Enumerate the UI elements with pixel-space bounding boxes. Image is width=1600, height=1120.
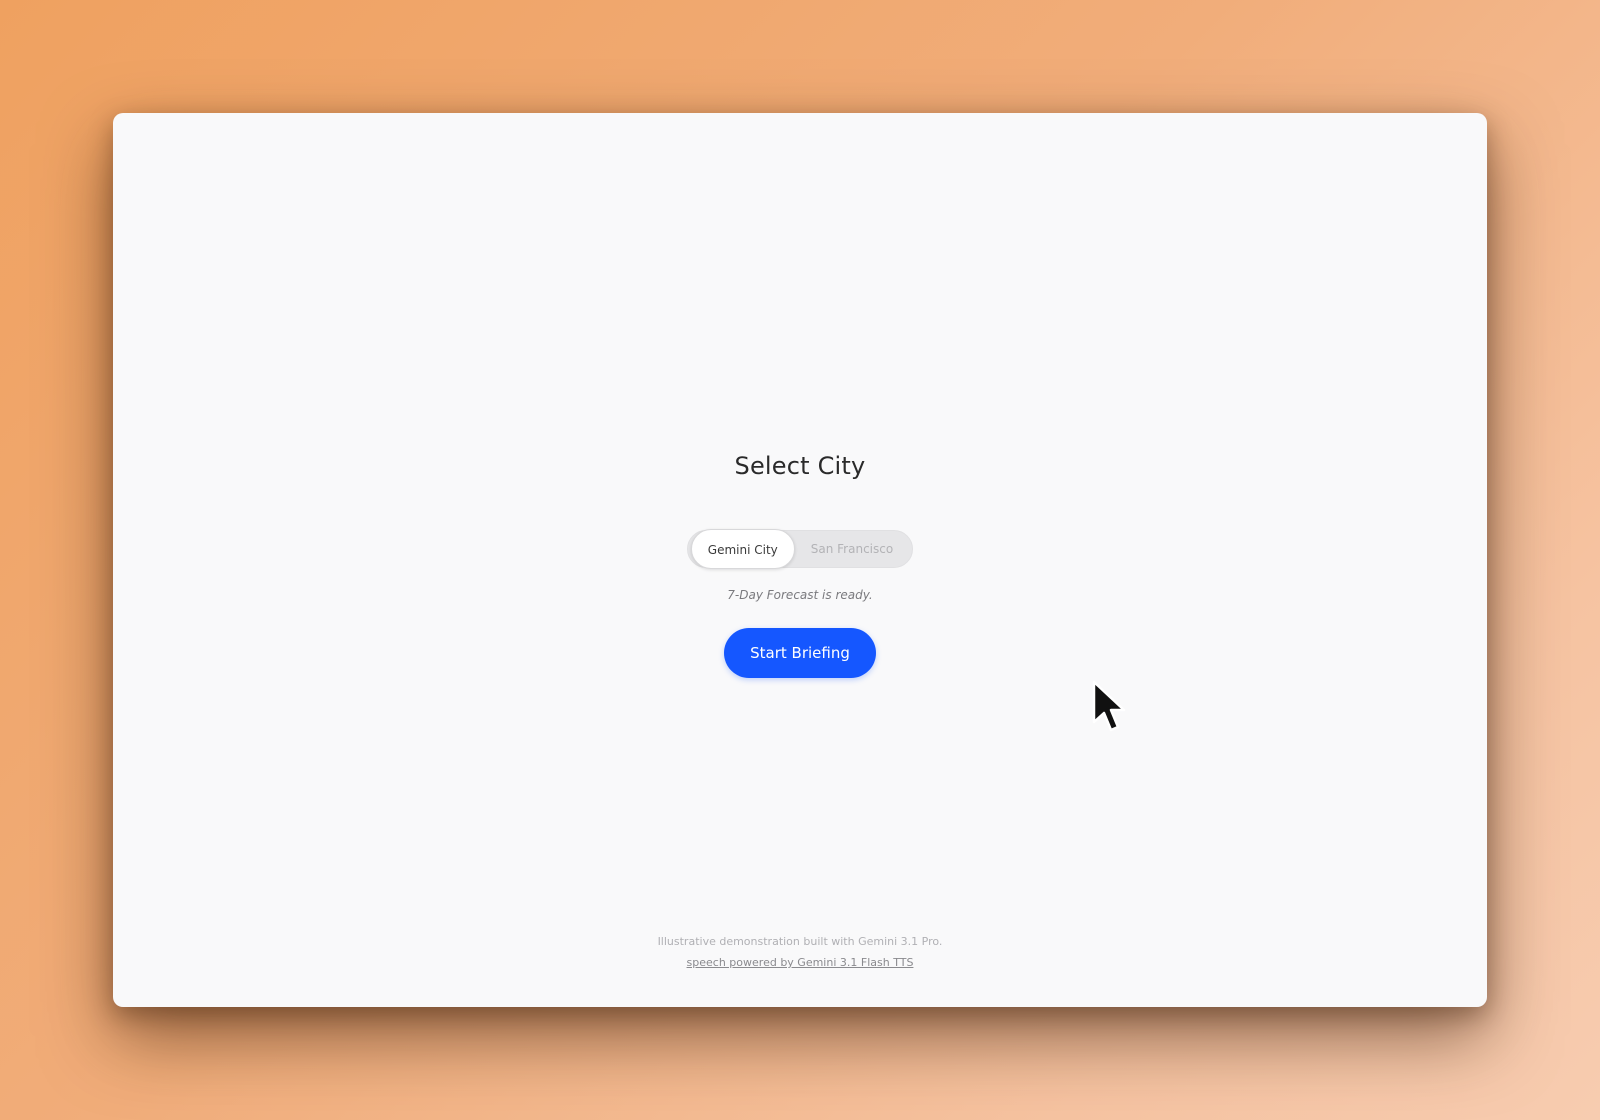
- mouse-pointer-icon: [1092, 680, 1126, 732]
- city-option-gemini-city[interactable]: Gemini City: [690, 529, 795, 569]
- forecast-status-text: 7-Day Forecast is ready.: [727, 588, 873, 602]
- footer: Illustrative demonstration built with Ge…: [113, 931, 1487, 973]
- city-selector-panel: Select City Gemini City San Francisco 7-…: [113, 448, 1487, 678]
- city-option-san-francisco[interactable]: San Francisco: [795, 529, 909, 569]
- footer-credit-text: Illustrative demonstration built with Ge…: [657, 935, 943, 948]
- start-briefing-button[interactable]: Start Briefing: [724, 628, 876, 678]
- page-title: Select City: [734, 452, 866, 480]
- app-window: Select City Gemini City San Francisco 7-…: [113, 113, 1487, 1007]
- footer-tts-link[interactable]: speech powered by Gemini 3.1 Flash TTS: [687, 956, 914, 969]
- city-toggle: Gemini City San Francisco: [686, 529, 914, 569]
